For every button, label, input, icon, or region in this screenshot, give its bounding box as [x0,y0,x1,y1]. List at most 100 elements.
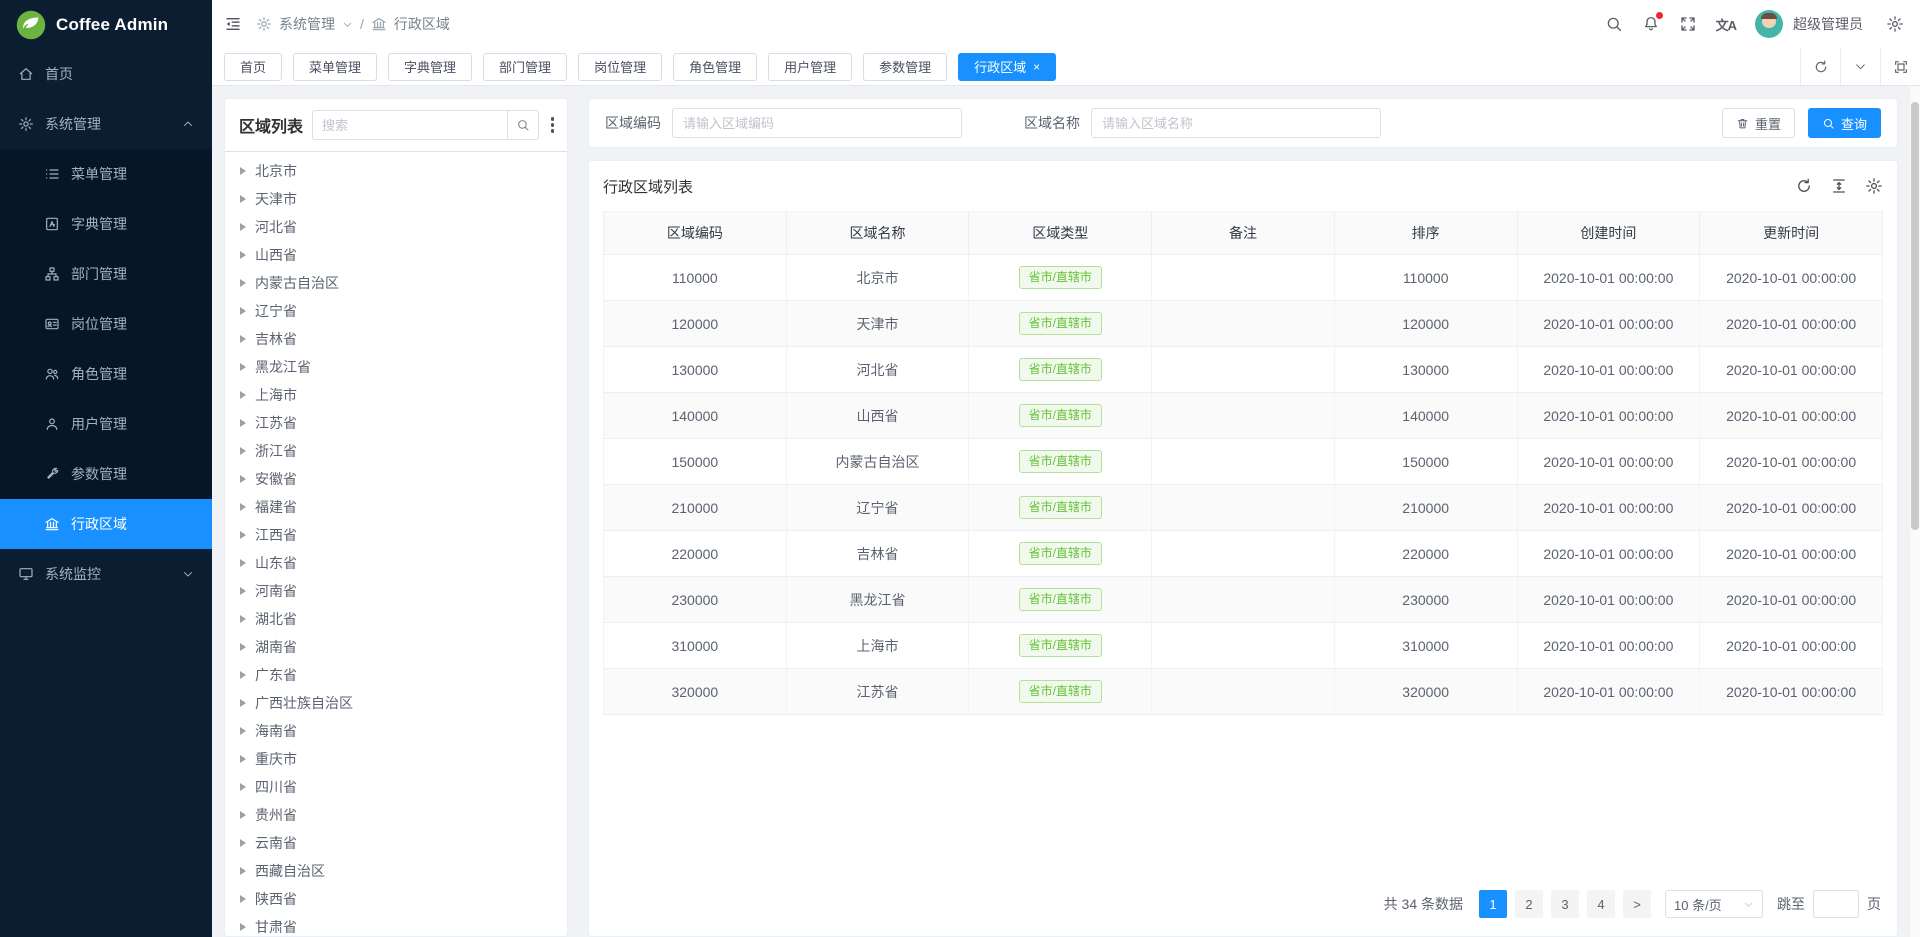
page-number-button[interactable]: 4 [1587,890,1615,918]
table-row[interactable]: 130000 河北省 省市/直辖市 130000 2020-10-01 00:0… [604,347,1883,393]
tab[interactable]: 菜单管理 [293,53,377,81]
sidebar-item-post[interactable]: 岗位管理 [0,299,212,349]
next-page-button[interactable]: > [1623,890,1651,918]
table-row[interactable]: 320000 江苏省 省市/直辖市 320000 2020-10-01 00:0… [604,669,1883,715]
tree-item[interactable]: 湖北省 [225,605,567,633]
sidebar-item-user[interactable]: 用户管理 [0,399,212,449]
refresh-icon[interactable] [1795,177,1813,195]
sidebar-item-menu[interactable]: 菜单管理 [0,149,212,199]
tree-item[interactable]: 云南省 [225,829,567,857]
refresh-tabs-icon[interactable] [1800,48,1840,85]
username[interactable]: 超级管理员 [1793,14,1863,34]
tree-item[interactable]: 四川省 [225,773,567,801]
caret-right-icon[interactable] [240,559,246,567]
caret-right-icon[interactable] [240,195,246,203]
caret-right-icon[interactable] [240,503,246,511]
sidebar-group-system[interactable]: 系统管理 [0,99,212,149]
caret-right-icon[interactable] [240,811,246,819]
maximize-icon[interactable] [1880,48,1920,85]
caret-right-icon[interactable] [240,335,246,343]
tab[interactable]: 用户管理 [768,53,852,81]
caret-right-icon[interactable] [240,615,246,623]
sidebar-item-dict[interactable]: 字典管理 [0,199,212,249]
table-row[interactable]: 120000 天津市 省市/直辖市 120000 2020-10-01 00:0… [604,301,1883,347]
tree-item[interactable]: 重庆市 [225,745,567,773]
caret-right-icon[interactable] [240,531,246,539]
caret-right-icon[interactable] [240,279,246,287]
tree-item[interactable]: 湖南省 [225,633,567,661]
tab[interactable]: 岗位管理 [578,53,662,81]
caret-right-icon[interactable] [240,391,246,399]
caret-right-icon[interactable] [240,447,246,455]
chevron-down-icon[interactable] [1840,48,1880,85]
tree-item[interactable]: 广东省 [225,661,567,689]
tab[interactable]: 参数管理 [863,53,947,81]
reset-button[interactable]: 重置 [1722,108,1795,138]
caret-right-icon[interactable] [240,699,246,707]
tree-item[interactable]: 贵州省 [225,801,567,829]
region-name-input[interactable] [1091,108,1381,138]
tree-item[interactable]: 内蒙古自治区 [225,269,567,297]
tree-item[interactable]: 江苏省 [225,409,567,437]
caret-down-icon[interactable] [342,19,353,30]
column-header[interactable]: 排序 [1334,212,1517,255]
caret-right-icon[interactable] [240,251,246,259]
caret-right-icon[interactable] [240,363,246,371]
tree-item[interactable]: 天津市 [225,185,567,213]
tree-item[interactable]: 福建省 [225,493,567,521]
row-height-icon[interactable] [1830,177,1848,195]
caret-right-icon[interactable] [240,923,246,931]
table-row[interactable]: 230000 黑龙江省 省市/直辖市 230000 2020-10-01 00:… [604,577,1883,623]
sidebar-item-dept[interactable]: 部门管理 [0,249,212,299]
sidebar-item-region[interactable]: 行政区域 [0,499,212,549]
tab[interactable]: 角色管理 [673,53,757,81]
sidebar-item-home[interactable]: 首页 [0,49,212,99]
table-row[interactable]: 220000 吉林省 省市/直辖市 220000 2020-10-01 00:0… [604,531,1883,577]
column-header[interactable]: 区域编码 [604,212,787,255]
caret-right-icon[interactable] [240,783,246,791]
page-size-select[interactable]: 10 条/页 [1665,890,1763,918]
tree-item[interactable]: 甘肃省 [225,913,567,936]
tree-item[interactable]: 浙江省 [225,437,567,465]
caret-right-icon[interactable] [240,587,246,595]
jump-to-page-input[interactable] [1813,890,1859,918]
tree-item[interactable]: 河南省 [225,577,567,605]
more-options-icon[interactable] [548,117,558,133]
query-button[interactable]: 查询 [1808,108,1881,138]
collapse-sidebar-icon[interactable] [224,15,242,33]
tab[interactable]: 行政区域× [958,53,1056,81]
table-row[interactable]: 140000 山西省 省市/直辖市 140000 2020-10-01 00:0… [604,393,1883,439]
page-number-button[interactable]: 3 [1551,890,1579,918]
tab[interactable]: 首页 [224,53,282,81]
caret-right-icon[interactable] [240,475,246,483]
tree-item[interactable]: 河北省 [225,213,567,241]
sidebar-group-monitor[interactable]: 系统监控 [0,549,212,599]
column-header[interactable]: 备注 [1152,212,1335,255]
caret-right-icon[interactable] [240,839,246,847]
settings-gear-icon[interactable] [1886,15,1904,33]
tree-item[interactable]: 山东省 [225,549,567,577]
tree-item[interactable]: 广西壮族自治区 [225,689,567,717]
tree-item[interactable]: 西藏自治区 [225,857,567,885]
caret-right-icon[interactable] [240,223,246,231]
column-header[interactable]: 区域类型 [969,212,1152,255]
tree-search-button[interactable] [507,110,539,140]
tree-item[interactable]: 上海市 [225,381,567,409]
column-header[interactable]: 区域名称 [786,212,969,255]
caret-right-icon[interactable] [240,895,246,903]
page-scrollbar[interactable] [1910,86,1920,937]
tree-item[interactable]: 北京市 [225,157,567,185]
tree-item[interactable]: 辽宁省 [225,297,567,325]
caret-right-icon[interactable] [240,755,246,763]
caret-right-icon[interactable] [240,419,246,427]
column-header[interactable]: 更新时间 [1700,212,1883,255]
notification-bell-icon[interactable] [1642,15,1660,33]
breadcrumb-parent[interactable]: 系统管理 [279,14,335,34]
table-row[interactable]: 310000 上海市 省市/直辖市 310000 2020-10-01 00:0… [604,623,1883,669]
region-code-input[interactable] [672,108,962,138]
caret-right-icon[interactable] [240,167,246,175]
sidebar-item-role[interactable]: 角色管理 [0,349,212,399]
scrollbar-thumb[interactable] [1911,102,1919,530]
tree-item[interactable]: 江西省 [225,521,567,549]
translate-icon[interactable]: 文A [1716,15,1736,34]
